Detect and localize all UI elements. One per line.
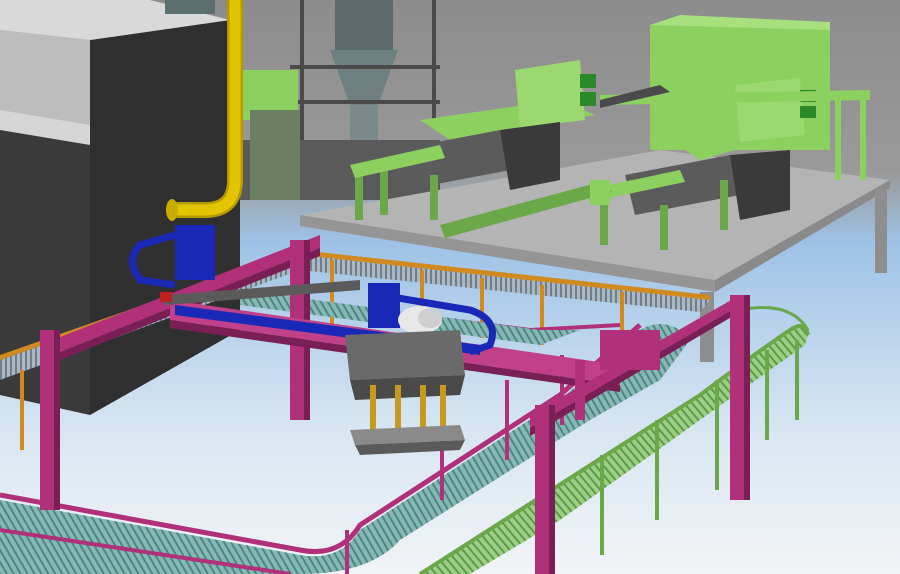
plant-3d-scene	[0, 0, 900, 574]
scene-canvas	[0, 0, 900, 574]
